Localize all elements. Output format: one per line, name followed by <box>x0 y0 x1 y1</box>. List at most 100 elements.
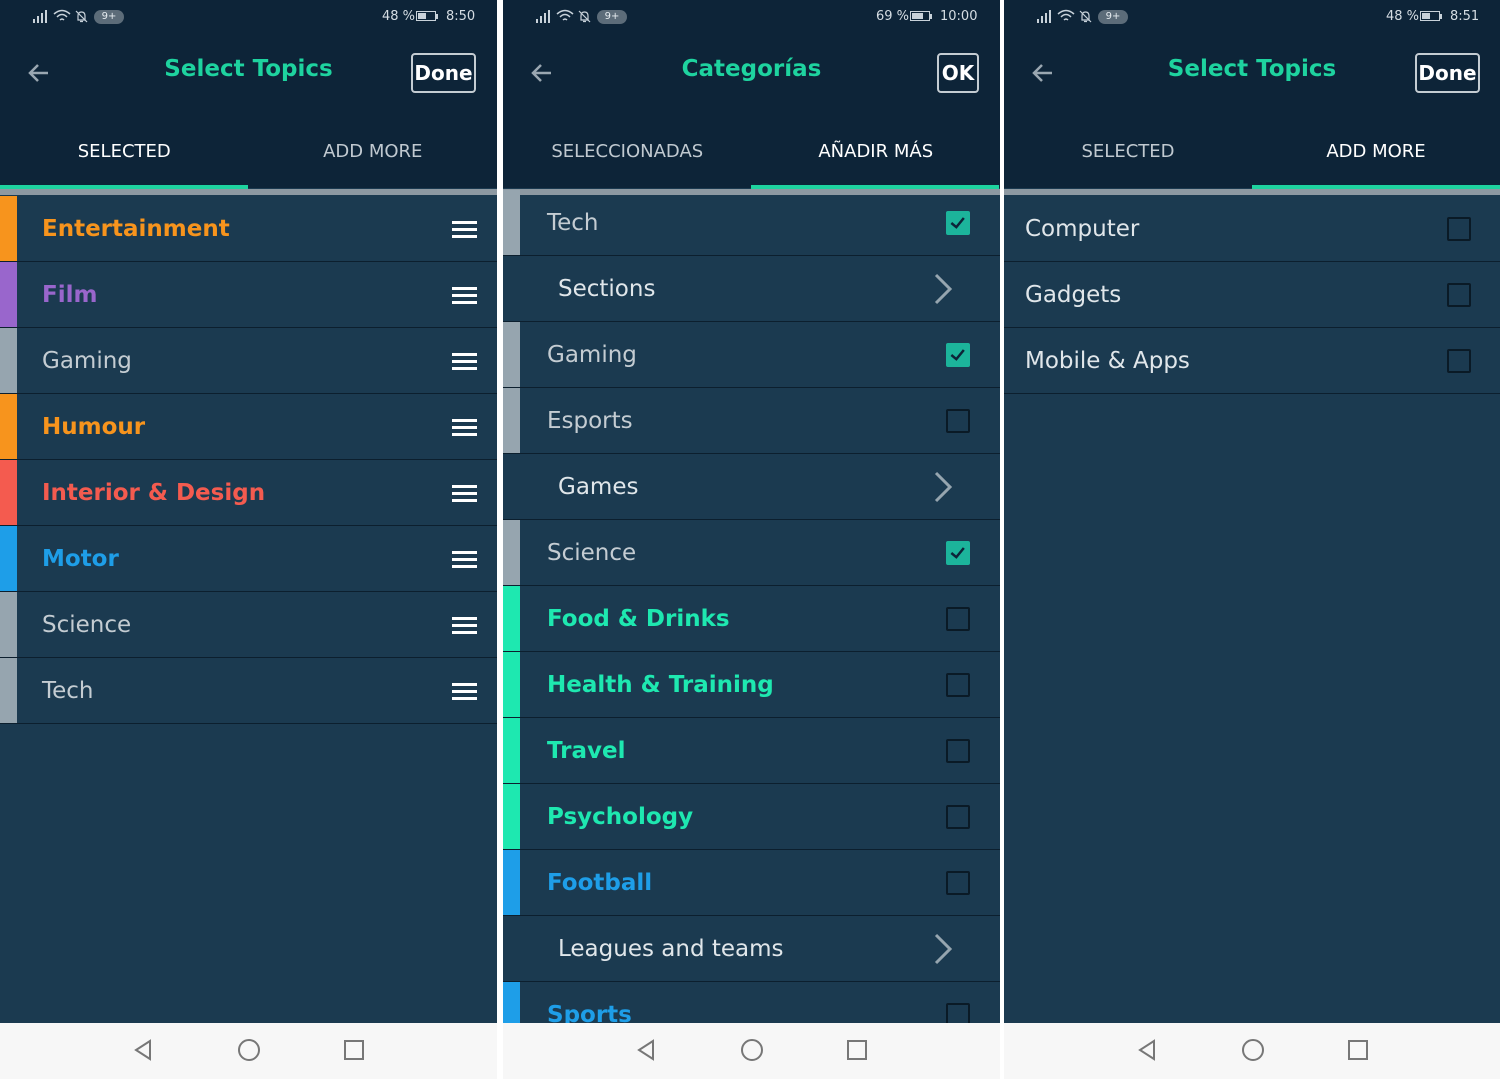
subcategory-row-sections[interactable]: Sections <box>503 256 1000 322</box>
category-color-bar <box>503 190 520 255</box>
topic-row-gadgets[interactable]: Gadgets <box>1004 262 1500 328</box>
screen-categorias: 9+ 69 % 10:00 Categorías OK SELECCIONADA… <box>503 0 1000 1079</box>
nav-back-icon[interactable] <box>130 1037 156 1063</box>
subcategory-label: Leagues and teams <box>558 936 784 962</box>
nav-home-icon[interactable] <box>739 1037 765 1063</box>
subcategory-row-leagues-teams[interactable]: Leagues and teams <box>503 916 1000 982</box>
subcategory-label: Games <box>558 474 639 500</box>
category-color-bar <box>503 520 520 585</box>
topic-row-tech[interactable]: Tech <box>0 658 497 724</box>
checkbox-unchecked[interactable] <box>946 871 970 895</box>
category-row-tech[interactable]: Tech <box>503 190 1000 256</box>
notification-badge: 9+ <box>597 10 627 24</box>
topic-row-motor[interactable]: Motor <box>0 526 497 592</box>
nav-home-icon[interactable] <box>236 1037 262 1063</box>
checkbox-unchecked[interactable] <box>946 607 970 631</box>
nav-recent-icon[interactable] <box>1345 1037 1371 1063</box>
clock: 10:00 <box>940 9 978 24</box>
drag-handle-icon[interactable] <box>452 551 477 568</box>
topic-color-bar <box>0 196 17 261</box>
drag-handle-icon[interactable] <box>452 353 477 370</box>
ok-button[interactable]: OK <box>937 53 979 93</box>
tab-add-more[interactable]: ADD MORE <box>249 130 498 174</box>
category-row-psychology[interactable]: Psychology <box>503 784 1000 850</box>
topic-row-interior-design[interactable]: Interior & Design <box>0 460 497 526</box>
battery-icon <box>416 11 436 21</box>
nav-recent-icon[interactable] <box>844 1037 870 1063</box>
drag-handle-icon[interactable] <box>452 617 477 634</box>
tab-seleccionadas[interactable]: SELECCIONADAS <box>503 130 752 174</box>
bell-muted-icon <box>578 10 591 23</box>
battery-percent: 48 % <box>1386 9 1420 24</box>
topic-row-computer[interactable]: Computer <box>1004 196 1500 262</box>
tab-add-more[interactable]: ADD MORE <box>1252 130 1500 174</box>
topic-row-science[interactable]: Science <box>0 592 497 658</box>
signal-icon <box>33 10 49 23</box>
clock: 8:51 <box>1450 9 1480 24</box>
topic-row-gaming[interactable]: Gaming <box>0 328 497 394</box>
topic-color-bar <box>0 262 17 327</box>
topic-row-humour[interactable]: Humour <box>0 394 497 460</box>
category-row-travel[interactable]: Travel <box>503 718 1000 784</box>
topic-label: Entertainment <box>42 216 230 242</box>
category-label: Gaming <box>547 342 637 368</box>
drag-handle-icon[interactable] <box>452 683 477 700</box>
tab-anadir-mas[interactable]: AÑADIR MÁS <box>752 130 1001 174</box>
screen-selected-topics: 9+ 48 % 8:50 Select Topics Done SELECTED… <box>0 0 497 1079</box>
checkbox-unchecked[interactable] <box>1447 217 1471 241</box>
topic-row-mobile-apps[interactable]: Mobile & Apps <box>1004 328 1500 394</box>
category-label: Psychology <box>547 804 694 830</box>
system-nav-bar <box>503 1023 1000 1079</box>
topic-color-bar <box>0 526 17 591</box>
topic-row-film[interactable]: Film <box>0 262 497 328</box>
nav-home-icon[interactable] <box>1240 1037 1266 1063</box>
tab-selected[interactable]: SELECTED <box>0 130 249 174</box>
drag-handle-icon[interactable] <box>452 221 477 238</box>
checkbox-checked[interactable] <box>946 211 970 235</box>
checkbox-unchecked[interactable] <box>1447 349 1471 373</box>
system-nav-bar <box>1004 1023 1500 1079</box>
category-label: Health & Training <box>547 672 774 698</box>
add-topic-list: Computer Gadgets Mobile & Apps <box>1004 196 1500 394</box>
drag-handle-icon[interactable] <box>452 485 477 502</box>
chevron-right-icon <box>934 273 953 305</box>
clock: 8:50 <box>446 9 476 24</box>
category-row-food-drinks[interactable]: Food & Drinks <box>503 586 1000 652</box>
topic-label: Humour <box>42 414 146 440</box>
category-row-football[interactable]: Football <box>503 850 1000 916</box>
category-label: Football <box>547 870 653 896</box>
checkbox-checked[interactable] <box>946 541 970 565</box>
category-color-bar <box>503 322 520 387</box>
subcategory-row-games[interactable]: Games <box>503 454 1000 520</box>
nav-back-icon[interactable] <box>633 1037 659 1063</box>
battery-tip <box>436 14 438 19</box>
topic-color-bar <box>0 592 17 657</box>
category-color-bar <box>503 784 520 849</box>
done-button[interactable]: Done <box>411 53 476 93</box>
topic-color-bar <box>0 328 17 393</box>
checkbox-unchecked[interactable] <box>946 805 970 829</box>
nav-recent-icon[interactable] <box>341 1037 367 1063</box>
notification-badge: 9+ <box>94 10 124 24</box>
battery-level <box>1422 13 1430 19</box>
signal-icon <box>536 10 552 23</box>
category-color-bar <box>503 256 520 321</box>
category-row-science[interactable]: Science <box>503 520 1000 586</box>
category-row-health-training[interactable]: Health & Training <box>503 652 1000 718</box>
nav-back-icon[interactable] <box>1134 1037 1160 1063</box>
done-button[interactable]: Done <box>1415 53 1480 93</box>
checkbox-unchecked[interactable] <box>946 739 970 763</box>
drag-handle-icon[interactable] <box>452 419 477 436</box>
tab-selected[interactable]: SELECTED <box>1004 130 1252 174</box>
checkbox-unchecked[interactable] <box>946 673 970 697</box>
checkbox-unchecked[interactable] <box>1447 283 1471 307</box>
checkbox-checked[interactable] <box>946 343 970 367</box>
battery-tip <box>930 14 932 19</box>
drag-handle-icon[interactable] <box>452 287 477 304</box>
category-row-gaming[interactable]: Gaming <box>503 322 1000 388</box>
battery-tip <box>1440 14 1442 19</box>
checkbox-unchecked[interactable] <box>946 409 970 433</box>
category-label: Esports <box>547 408 633 434</box>
category-row-esports[interactable]: Esports <box>503 388 1000 454</box>
topic-row-entertainment[interactable]: Entertainment <box>0 196 497 262</box>
